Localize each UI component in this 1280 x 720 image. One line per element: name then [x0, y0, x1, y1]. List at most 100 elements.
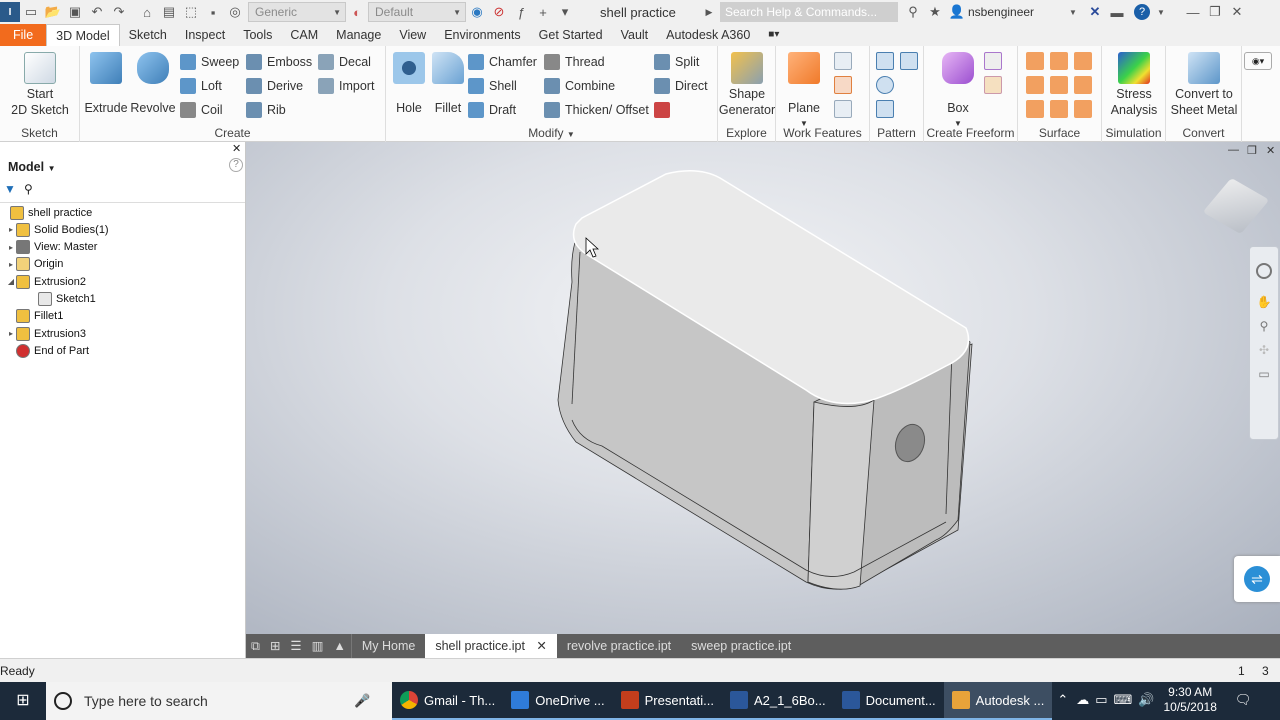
- revolve-button[interactable]: Revolve: [130, 52, 176, 116]
- close-icon[interactable]: ✕: [1226, 2, 1248, 22]
- tree-item[interactable]: ▸ Origin: [6, 256, 63, 273]
- split-button[interactable]: Split: [654, 52, 699, 72]
- tree-expander-icon[interactable]: ▸: [6, 329, 16, 338]
- doc-tab-sweep-practice[interactable]: sweep practice.ipt: [681, 634, 801, 658]
- tree-item[interactable]: Fillet1: [6, 308, 63, 325]
- customize-icon[interactable]: ▾: [554, 2, 576, 22]
- cascade-icon[interactable]: ⧉: [246, 634, 265, 658]
- tab-get-started[interactable]: Get Started: [530, 24, 612, 46]
- tile-vertical-icon[interactable]: ▥: [307, 634, 329, 658]
- circular-pattern-icon[interactable]: [876, 76, 894, 94]
- globe-icon[interactable]: ◎: [224, 2, 246, 22]
- taskbar-app-onedrive[interactable]: OneDrive ...: [503, 682, 613, 720]
- decal-button[interactable]: Decal: [318, 52, 371, 72]
- search-arrow-icon[interactable]: ▶: [698, 2, 720, 22]
- exchange-icon[interactable]: ✕: [1084, 2, 1106, 22]
- volume-icon[interactable]: 🔊: [1135, 682, 1157, 720]
- draft-button[interactable]: Draft: [468, 100, 516, 120]
- convert-sheet-metal-button[interactable]: Convert to Sheet Metal: [1166, 52, 1242, 118]
- update-icon[interactable]: ▤: [158, 2, 180, 22]
- tree-item[interactable]: Sketch1: [28, 291, 96, 308]
- sculpt-icon[interactable]: [1050, 52, 1068, 70]
- mirror-icon[interactable]: [900, 52, 918, 70]
- minimize-icon[interactable]: —: [1182, 2, 1204, 22]
- tab-autodesk-a360[interactable]: Autodesk A360: [657, 24, 759, 46]
- tab-cam[interactable]: CAM: [281, 24, 327, 46]
- doc-tab-close-icon[interactable]: ✕: [536, 639, 546, 653]
- tree-item[interactable]: ◢ Extrusion2: [6, 273, 86, 290]
- tree-item[interactable]: ▸ View: Master: [6, 239, 97, 256]
- taskbar-app-word-2[interactable]: Document...: [833, 682, 944, 720]
- measure-icon[interactable]: ▪: [202, 2, 224, 22]
- patch-icon[interactable]: [1074, 52, 1092, 70]
- show-hidden-icons[interactable]: ⌃: [1052, 682, 1073, 720]
- point-icon[interactable]: [834, 76, 852, 94]
- tree-item[interactable]: ▸ Extrusion3: [6, 325, 86, 342]
- import-button[interactable]: Import: [318, 76, 374, 96]
- color-override-icon[interactable]: ◉: [466, 2, 488, 22]
- repair-icon[interactable]: [1050, 100, 1068, 118]
- tree-expander-icon[interactable]: ▸: [6, 243, 16, 252]
- new-icon[interactable]: ▭: [20, 2, 42, 22]
- help-dropdown-icon[interactable]: ▼: [1150, 2, 1172, 22]
- viewport-close-icon[interactable]: ✕: [1266, 144, 1275, 157]
- taskbar-app-autodesk[interactable]: Autodesk ...: [943, 682, 1053, 720]
- network-icon[interactable]: ⌨: [1111, 682, 1136, 720]
- look-at-icon[interactable]: ▭: [1256, 367, 1272, 381]
- tree-expander-icon[interactable]: ▸: [6, 260, 16, 269]
- find-icon[interactable]: ⚲: [24, 182, 33, 196]
- axis-icon[interactable]: [834, 52, 852, 70]
- extrude-button[interactable]: Extrude: [84, 52, 128, 116]
- start-2d-sketch-button[interactable]: Start 2D Sketch: [6, 52, 74, 118]
- favorites-icon[interactable]: ★: [924, 2, 946, 22]
- my-home-tab[interactable]: My Home: [350, 634, 425, 658]
- combine-button[interactable]: Combine: [544, 76, 615, 96]
- video-icon[interactable]: ■▾: [759, 24, 788, 46]
- thread-button[interactable]: Thread: [544, 52, 605, 72]
- delete-icon[interactable]: [1026, 100, 1044, 118]
- rib-button[interactable]: Rib: [246, 100, 286, 120]
- app-logo-icon[interactable]: I: [0, 2, 20, 22]
- help-search-input[interactable]: Search Help & Commands...: [720, 2, 898, 22]
- derive-button[interactable]: Derive: [246, 76, 303, 96]
- appearance-dropdown[interactable]: Default ▼: [368, 2, 466, 22]
- stitch-icon[interactable]: [1026, 52, 1044, 70]
- add-icon[interactable]: +: [532, 2, 554, 22]
- delete-face-button[interactable]: [654, 100, 675, 120]
- browser-help-icon[interactable]: ?: [229, 158, 243, 172]
- taskbar-app-powerpoint[interactable]: Presentati...: [612, 682, 723, 720]
- maximize-icon[interactable]: ❐: [1204, 2, 1226, 22]
- home-icon[interactable]: ⌂: [136, 2, 158, 22]
- steering-wheel-icon[interactable]: [1256, 263, 1272, 279]
- convert-freeform-icon[interactable]: [984, 76, 1002, 94]
- tab-inspect[interactable]: Inspect: [176, 24, 234, 46]
- taskbar-search[interactable]: Type here to search 🎤: [46, 682, 392, 720]
- coil-button[interactable]: Coil: [180, 100, 223, 120]
- edit-form-icon[interactable]: [984, 52, 1002, 70]
- modify-panel-title[interactable]: Modify ▼: [386, 126, 717, 140]
- orbit-icon[interactable]: ✣: [1256, 343, 1272, 357]
- open-icon[interactable]: 📂: [42, 2, 64, 22]
- select-icon[interactable]: ⬚: [180, 2, 202, 22]
- hole-button[interactable]: Hole: [390, 52, 428, 116]
- clear-override-icon[interactable]: ⊘: [488, 2, 510, 22]
- tree-expander-icon[interactable]: ▸: [6, 225, 16, 234]
- tab-vault[interactable]: Vault: [612, 24, 658, 46]
- extend-icon[interactable]: [1050, 76, 1068, 94]
- browser-header[interactable]: Model ▼: [8, 160, 56, 174]
- tree-item[interactable]: shell practice: [10, 204, 92, 221]
- fillet-button[interactable]: Fillet: [428, 52, 468, 116]
- tab-manage[interactable]: Manage: [327, 24, 390, 46]
- pan-icon[interactable]: ✋: [1256, 295, 1272, 309]
- tree-item[interactable]: ▸ Solid Bodies(1): [6, 221, 109, 238]
- user-name[interactable]: nsbengineer: [968, 5, 1062, 19]
- doc-tab-revolve-practice[interactable]: revolve practice.ipt: [557, 634, 681, 658]
- fx-icon[interactable]: ƒ: [510, 2, 532, 22]
- tile-icon[interactable]: ⊞: [265, 634, 285, 658]
- viewport-minimize-icon[interactable]: —: [1228, 144, 1239, 156]
- binoculars-icon[interactable]: ⚲: [902, 2, 924, 22]
- battery-icon[interactable]: ▭: [1092, 682, 1110, 720]
- redo-icon[interactable]: ↷: [108, 2, 130, 22]
- emboss-button[interactable]: Emboss: [246, 52, 312, 72]
- graphics-viewport[interactable]: — ❐ ✕ ✋ ⚲ ✣ ▭ ⇌: [246, 142, 1280, 634]
